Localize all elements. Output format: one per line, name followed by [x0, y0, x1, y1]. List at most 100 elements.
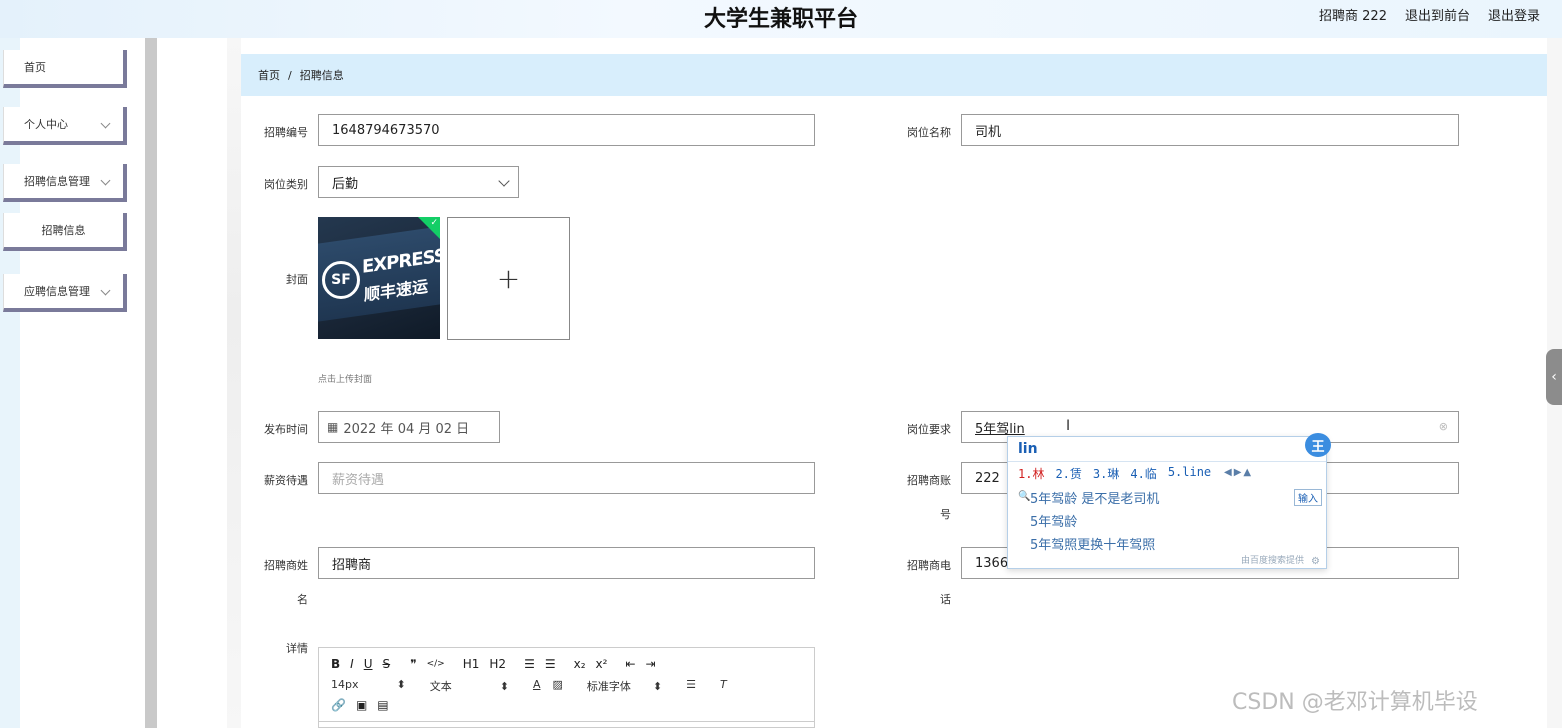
salary-placeholder: 薪资待遇 [332, 472, 385, 488]
text-type-select[interactable]: 文本 ⬍ [430, 678, 509, 694]
name-field[interactable]: 招聘商 [318, 547, 815, 579]
background-decoration [227, 38, 241, 728]
outdent-button[interactable]: ⇤ [625, 657, 635, 671]
recruit-no-label: 招聘编号 [264, 126, 308, 139]
ime-candidate[interactable]: 2.赁 [1055, 465, 1081, 482]
position-type-value: 后勤 [332, 176, 359, 192]
content-margin [157, 38, 227, 728]
ime-composition: lin [1018, 441, 1038, 457]
publish-time-value: 2022 年 04 月 02 日 [343, 421, 470, 437]
h2-button[interactable]: H2 [489, 657, 506, 671]
publish-time-label: 发布时间 [264, 423, 308, 436]
underline-button[interactable]: U [364, 657, 373, 671]
editor-selects: 14px ⬍ 文本 ⬍ A ▨ 标准字体 ⬍ ☰ T [331, 678, 727, 694]
plus-icon: + [496, 262, 521, 295]
ime-suggestion[interactable]: 5年驾龄 是不是老司机 [1030, 488, 1159, 507]
editor-content[interactable] [319, 721, 814, 722]
check-icon: ✓ [430, 218, 438, 228]
logout-link[interactable]: 退出登录 [1488, 5, 1540, 24]
font-size-select[interactable]: 14px ⬍ [331, 678, 406, 694]
to-front-link[interactable]: 退出到前台 [1405, 5, 1470, 24]
breadcrumb-current: 招聘信息 [299, 69, 344, 82]
editor-toolbar-row-3: 🔗 ▣ ▤ [331, 698, 399, 712]
sidebar-item-application-management[interactable]: 应聘信息管理 [3, 274, 127, 312]
updown-icon: ⬍ [499, 680, 509, 693]
salary-label: 薪资待遇 [264, 474, 308, 487]
font-color-button[interactable]: A [533, 678, 541, 694]
ime-input-button[interactable]: 输入 [1294, 489, 1322, 506]
name-label: 招聘商姓 [264, 559, 308, 572]
clear-format-button[interactable]: T [720, 678, 727, 694]
sidebar-item-recruit-info[interactable]: 招聘信息 [3, 213, 127, 251]
indent-button[interactable]: ⇥ [646, 657, 656, 671]
font-family-select[interactable]: 标准字体 ⬍ [587, 678, 662, 694]
detail-label: 详情 [286, 642, 308, 655]
position-name-label: 岗位名称 [907, 126, 951, 139]
cover-upload-button[interactable]: + [447, 217, 570, 340]
sidebar-item-home[interactable]: 首页 [3, 50, 127, 88]
strike-button[interactable]: S [383, 657, 391, 671]
clear-icon[interactable]: ⊗ [1439, 420, 1448, 433]
link-icon[interactable]: 🔗 [331, 698, 346, 712]
rich-text-editor[interactable]: B I U S ❞ </> H1 H2 ☰ ☰ x₂ x² ⇤ ⇥ 14px ⬍ … [318, 647, 815, 728]
sidebar-item-label: 个人中心 [24, 118, 68, 131]
search-icon: 🔍 [1018, 491, 1031, 502]
breadcrumb-home[interactable]: 首页 [258, 67, 280, 83]
calendar-icon: ▦ [327, 420, 339, 434]
sidebar-item-label: 首页 [24, 61, 46, 74]
top-links: 招聘商 222 退出到前台 退出登录 [1319, 5, 1540, 24]
video-icon[interactable]: ▤ [377, 698, 388, 712]
ime-suggestion[interactable]: 5年驾龄 [1030, 511, 1077, 530]
quote-button[interactable]: ❞ [410, 657, 416, 671]
user-label[interactable]: 招聘商 222 [1319, 5, 1387, 24]
account-label: 招聘商账 [907, 474, 951, 487]
phone-label-wrap: 话 [940, 593, 951, 606]
editor-toolbar-row-1: B I U S ❞ </> H1 H2 ☰ ☰ x₂ x² ⇤ ⇥ [331, 657, 666, 671]
position-name-field[interactable]: 司机 [961, 114, 1459, 146]
requirement-label: 岗位要求 [907, 423, 951, 436]
italic-button[interactable]: I [350, 657, 354, 671]
sidebar-scrollbar[interactable] [145, 38, 157, 728]
sidebar-item-label: 招聘信息管理 [24, 175, 90, 188]
sidebar-item-label: 应聘信息管理 [24, 285, 90, 298]
font-family-value: 标准字体 [586, 680, 631, 693]
publish-time-picker[interactable]: ▦ 2022 年 04 月 02 日 [318, 411, 500, 443]
position-type-label: 岗位类别 [264, 178, 308, 191]
ime-candidate[interactable]: 5.line [1168, 465, 1211, 482]
subscript-button[interactable]: x₂ [574, 657, 586, 671]
ime-badge-icon: 王 [1305, 433, 1331, 457]
ime-candidate[interactable]: 4.临 [1130, 465, 1156, 482]
position-type-select[interactable]: 后勤 [318, 166, 519, 198]
watermark: CSDN @老邓计算机毕设 [1232, 690, 1478, 715]
cover-image[interactable]: SF EXPRESS 顺丰速运 ✓ [318, 217, 440, 339]
sidebar-item-personal-center[interactable]: 个人中心 [3, 107, 127, 145]
bullet-list-button[interactable]: ☰ [545, 657, 556, 671]
ime-candidate-window: 王 lin 1.林 2.赁 3.琳 4.临 5.line ◀▶▲ 🔍 5年驾龄 … [1007, 433, 1331, 569]
sidebar-item-recruit-management[interactable]: 招聘信息管理 [3, 164, 127, 202]
gear-icon[interactable]: ⚙ [1311, 556, 1320, 567]
sidebar: 首页 个人中心 招聘信息管理 招聘信息 应聘信息管理 [0, 38, 145, 728]
superscript-button[interactable]: x² [596, 657, 608, 671]
image-icon[interactable]: ▣ [356, 698, 367, 712]
align-button[interactable]: ☰ [686, 678, 696, 694]
font-size-value: 14px [331, 678, 359, 691]
position-name-value: 司机 [975, 124, 1002, 140]
ime-candidate[interactable]: 1.林 [1018, 465, 1044, 482]
recruit-no-field[interactable]: 1648794673570 [318, 114, 815, 146]
chevron-down-icon [498, 175, 510, 187]
ime-suggestion[interactable]: 5年驾照更换十年驾照 [1030, 534, 1155, 553]
background-color-button[interactable]: ▨ [552, 678, 562, 694]
bold-button[interactable]: B [331, 657, 340, 671]
name-label-wrap: 名 [297, 593, 308, 606]
ime-candidate[interactable]: 3.琳 [1093, 465, 1119, 482]
phone-label: 招聘商电 [907, 559, 951, 572]
h1-button[interactable]: H1 [463, 657, 480, 671]
updown-icon: ⬍ [396, 678, 406, 691]
ime-page-arrows[interactable]: ◀▶▲ [1224, 467, 1253, 478]
ordered-list-button[interactable]: ☰ [524, 657, 535, 671]
side-panel-toggle[interactable]: ‹ [1546, 349, 1562, 405]
salary-field[interactable]: 薪资待遇 [318, 462, 815, 494]
chevron-left-icon: ‹ [1551, 369, 1557, 385]
account-label-wrap: 号 [940, 508, 951, 521]
code-button[interactable]: </> [427, 659, 445, 669]
